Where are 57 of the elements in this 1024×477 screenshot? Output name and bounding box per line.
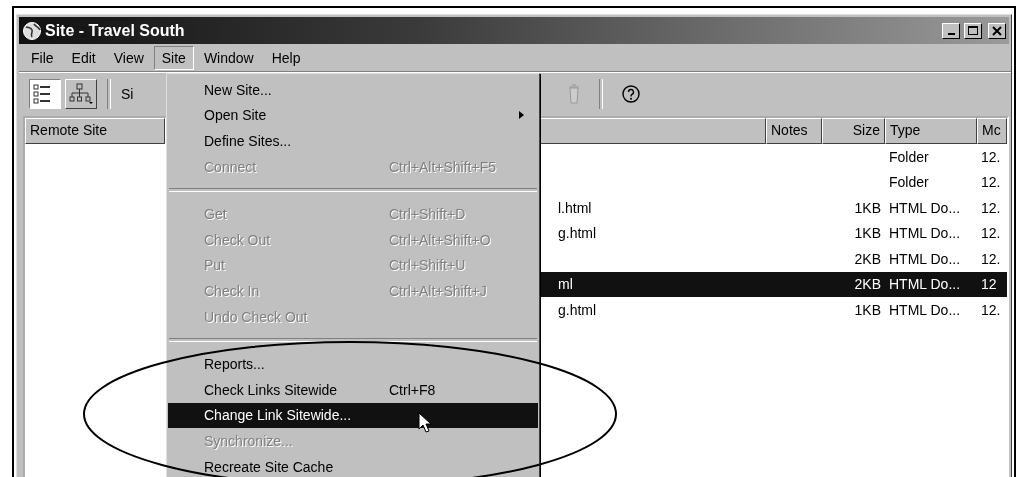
file-name[interactable]: g.html bbox=[558, 301, 597, 318]
menu-item[interactable]: Open Site bbox=[168, 102, 538, 129]
table-cell: 1KB bbox=[854, 225, 881, 242]
column-header[interactable]: Mc bbox=[977, 118, 1007, 144]
file-name[interactable]: g.html bbox=[558, 225, 597, 242]
menu-item[interactable]: Edit bbox=[63, 45, 104, 70]
menu-item[interactable]: Help bbox=[263, 45, 309, 70]
table-cell: HTML Do... bbox=[889, 301, 961, 318]
table-cell: Folder bbox=[889, 174, 929, 191]
column-header[interactable]: Type bbox=[885, 118, 977, 144]
minimize-icon bbox=[947, 32, 955, 35]
site-label: Si bbox=[121, 86, 134, 102]
table-cell: 12. bbox=[981, 148, 1001, 165]
maximize-icon bbox=[968, 26, 978, 35]
menu-item[interactable]: File bbox=[23, 45, 62, 70]
file-name[interactable]: l.html bbox=[558, 199, 592, 216]
table-cell: 12. bbox=[981, 199, 1001, 216]
column-header[interactable]: Size bbox=[822, 118, 885, 144]
table-cell: Folder bbox=[889, 148, 929, 165]
table-cell: 2KB bbox=[854, 276, 881, 293]
table-cell: HTML Do... bbox=[889, 199, 961, 216]
file-name[interactable]: ml bbox=[558, 276, 573, 293]
site-map-icon bbox=[68, 82, 94, 106]
table-cell: HTML Do... bbox=[889, 250, 961, 267]
column-header[interactable]: Remote Site bbox=[25, 118, 165, 144]
menu-item[interactable]: Reports... bbox=[168, 351, 538, 377]
table-cell: HTML Do... bbox=[889, 276, 961, 293]
close-button[interactable] bbox=[988, 22, 1006, 39]
table-cell: 12 bbox=[981, 276, 997, 293]
menu-item[interactable]: New Site... bbox=[168, 77, 538, 103]
menu-item[interactable]: Change Link Sitewide... bbox=[168, 402, 538, 429]
trash-icon bbox=[567, 83, 581, 105]
menu-item[interactable]: Recreate Site Cache bbox=[168, 453, 538, 477]
table-cell: 2KB bbox=[854, 250, 881, 267]
menu-item[interactable]: Define Sites... bbox=[168, 128, 538, 154]
site-files-button[interactable] bbox=[29, 79, 61, 109]
table-cell: 1KB bbox=[854, 301, 881, 318]
table-cell: 1KB bbox=[854, 199, 881, 216]
help-icon[interactable] bbox=[621, 84, 641, 104]
table-cell: 12. bbox=[981, 301, 1001, 318]
column-header[interactable]: Notes bbox=[766, 118, 822, 144]
menu-item[interactable]: Window bbox=[195, 45, 262, 70]
minimize-button[interactable] bbox=[942, 22, 960, 39]
maximize-button[interactable] bbox=[964, 22, 982, 39]
menu-item[interactable]: View bbox=[105, 45, 152, 70]
window-title: Site - Travel South bbox=[45, 21, 186, 40]
table-cell: 12. bbox=[981, 174, 1001, 191]
menu-item[interactable]: Site bbox=[153, 45, 194, 70]
site-map-button[interactable] bbox=[65, 79, 97, 109]
mouse-pointer-icon bbox=[418, 412, 432, 434]
table-cell: HTML Do... bbox=[889, 225, 961, 242]
menu-item[interactable]: Check Links Sitewide Ctrl+F8 bbox=[168, 376, 538, 403]
submenu-arrow-icon bbox=[519, 111, 524, 120]
close-icon bbox=[992, 25, 1002, 36]
globe-icon bbox=[22, 20, 42, 41]
table-cell: 12. bbox=[981, 225, 1001, 242]
table-cell: 12. bbox=[981, 250, 1001, 267]
